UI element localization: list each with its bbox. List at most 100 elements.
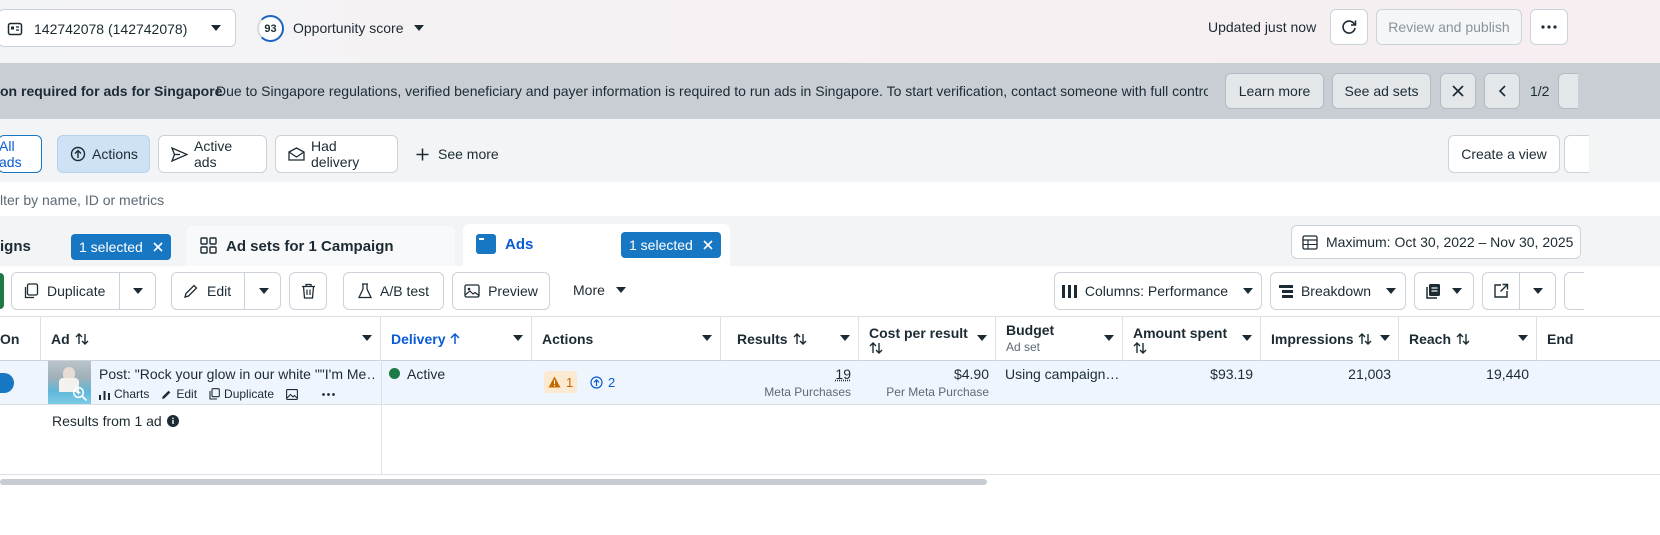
columns-label: Columns: Performance xyxy=(1084,283,1229,299)
sort-icon[interactable] xyxy=(869,342,883,354)
trash-icon xyxy=(301,283,316,299)
calendar-icon xyxy=(1302,234,1318,250)
view-overflow-button[interactable] xyxy=(1564,135,1589,173)
column-actions[interactable]: Actions xyxy=(532,317,721,361)
duplicate-button-group[interactable]: Duplicate xyxy=(11,272,156,310)
column-divider xyxy=(381,405,382,475)
date-range-label: Maximum: Oct 30, 2022 – Nov 30, 2025 xyxy=(1326,234,1574,250)
view-actions[interactable]: Actions xyxy=(57,135,150,173)
sort-icon[interactable] xyxy=(75,333,89,345)
column-results[interactable]: Results xyxy=(721,317,859,361)
ab-test-button[interactable]: A/B test xyxy=(343,272,444,310)
filter-bar[interactable]: lter by name, ID or metrics xyxy=(0,182,1660,216)
column-ends-label: End xyxy=(1547,331,1574,347)
view-all-ads[interactable]: All ads xyxy=(0,135,42,173)
breakdown-icon xyxy=(1278,284,1293,298)
chevron-down-icon[interactable] xyxy=(1104,335,1114,342)
charts-link[interactable]: Charts xyxy=(99,387,149,401)
tab-ad-sets[interactable]: Ad sets for 1 Campaign xyxy=(186,226,455,266)
delete-button[interactable] xyxy=(289,272,327,310)
results-summary: Results from 1 ad xyxy=(0,405,1660,475)
tab-campaigns[interactable]: igns 1 selected xyxy=(0,216,182,266)
chevron-down-icon[interactable] xyxy=(362,335,372,342)
ad-thumbnail[interactable] xyxy=(48,361,91,404)
columns-button[interactable]: Columns: Performance xyxy=(1054,272,1262,310)
chevron-down-icon[interactable] xyxy=(258,287,270,295)
chevron-down-icon[interactable] xyxy=(840,335,850,342)
sort-icon[interactable] xyxy=(1133,342,1147,354)
table-row[interactable]: Post: "Rock your glow in our white ""I'm… xyxy=(0,361,1660,405)
duplicate-icon xyxy=(209,388,220,400)
chevron-down-icon[interactable] xyxy=(1518,335,1528,342)
reports-button[interactable] xyxy=(1414,272,1474,310)
chevron-down-icon[interactable] xyxy=(513,335,523,342)
campaigns-selected-label: 1 selected xyxy=(79,239,143,255)
column-on-off[interactable]: On xyxy=(0,317,41,361)
sort-ascending-icon[interactable] xyxy=(450,333,461,345)
view-had-delivery[interactable]: Had delivery xyxy=(275,135,398,173)
more-button[interactable]: More xyxy=(573,282,627,298)
tab-campaigns-label: igns xyxy=(0,238,31,255)
account-selector[interactable]: 142742078 (142742078) xyxy=(0,9,236,47)
row-edit-link[interactable]: Edit xyxy=(161,387,197,401)
previous-notice-button[interactable] xyxy=(1484,73,1520,109)
ad-on-off-toggle[interactable] xyxy=(0,373,14,393)
info-icon[interactable] xyxy=(166,415,179,427)
export-button-group[interactable] xyxy=(1482,272,1556,310)
chevron-down-icon[interactable] xyxy=(1380,335,1390,342)
column-ad[interactable]: Ad xyxy=(41,317,381,361)
close-icon[interactable] xyxy=(153,242,163,252)
column-impressions[interactable]: Impressions xyxy=(1261,317,1399,361)
regulation-banner: on required for ads for Singapore Due to… xyxy=(0,63,1660,119)
more-options-button[interactable] xyxy=(1530,9,1568,45)
actions-badge[interactable]: 2 xyxy=(586,371,619,393)
row-duplicate-link[interactable]: Duplicate xyxy=(209,387,274,401)
breakdown-button[interactable]: Breakdown xyxy=(1270,272,1406,310)
column-budget[interactable]: Budget Ad set xyxy=(996,317,1123,361)
refresh-button[interactable] xyxy=(1330,9,1368,45)
see-ad-sets-button[interactable]: See ad sets xyxy=(1332,73,1431,109)
edit-button-group[interactable]: Edit xyxy=(171,272,281,310)
column-cost-per-result[interactable]: Cost per result xyxy=(859,317,996,361)
preview-button[interactable]: Preview xyxy=(452,272,550,310)
column-ends[interactable]: End xyxy=(1537,317,1587,361)
sort-icon[interactable] xyxy=(1456,333,1470,345)
view-active-ads[interactable]: Active ads xyxy=(158,135,267,173)
filter-input-placeholder[interactable]: lter by name, ID or metrics xyxy=(0,192,164,208)
chevron-down-icon[interactable] xyxy=(132,287,144,295)
tab-ads[interactable]: Ads 1 selected xyxy=(463,224,730,266)
next-notice-button[interactable] xyxy=(1558,73,1578,109)
review-and-publish-button[interactable]: Review and publish xyxy=(1376,9,1522,45)
column-delivery[interactable]: Delivery xyxy=(381,317,532,361)
sort-icon[interactable] xyxy=(793,333,807,345)
top-bar: 142742078 (142742078) 93 Opportunity sco… xyxy=(0,0,1660,63)
more-horizontal-icon[interactable] xyxy=(322,392,335,396)
campaigns-selected-chip[interactable]: 1 selected xyxy=(71,234,171,260)
create-button-edge[interactable] xyxy=(0,273,4,309)
zoom-icon[interactable] xyxy=(72,386,88,402)
learn-more-button[interactable]: Learn more xyxy=(1225,73,1324,109)
ads-selected-chip[interactable]: 1 selected xyxy=(621,232,721,258)
see-more-views-button[interactable]: See more xyxy=(416,146,499,162)
chevron-down-icon[interactable] xyxy=(413,24,425,32)
column-results-label: Results xyxy=(737,331,788,347)
ad-name[interactable]: Post: "Rock your glow in our white ""I'm… xyxy=(99,366,374,386)
chevron-down-icon[interactable] xyxy=(1242,335,1252,342)
date-range-picker[interactable]: Maximum: Oct 30, 2022 – Nov 30, 2025 xyxy=(1291,225,1581,259)
horizontal-scrollbar[interactable] xyxy=(0,479,987,485)
image-icon[interactable] xyxy=(286,388,299,400)
opportunity-score-label[interactable]: Opportunity score xyxy=(293,20,404,36)
warnings-badge[interactable]: 1 xyxy=(544,371,578,393)
results-footer: Results from 1 ad xyxy=(52,413,179,429)
chevron-down-icon[interactable] xyxy=(702,335,712,342)
close-icon[interactable] xyxy=(703,240,713,250)
chevron-down-icon[interactable] xyxy=(1532,287,1544,295)
column-amount-spent[interactable]: Amount spent xyxy=(1123,317,1261,361)
close-banner-button[interactable] xyxy=(1440,73,1476,109)
column-reach[interactable]: Reach xyxy=(1399,317,1537,361)
pencil-icon xyxy=(183,283,199,299)
chevron-down-icon[interactable] xyxy=(977,335,987,342)
sort-icon[interactable] xyxy=(1358,333,1372,345)
toolbar-overflow-button[interactable] xyxy=(1564,272,1584,310)
create-view-button[interactable]: Create a view xyxy=(1448,135,1560,173)
